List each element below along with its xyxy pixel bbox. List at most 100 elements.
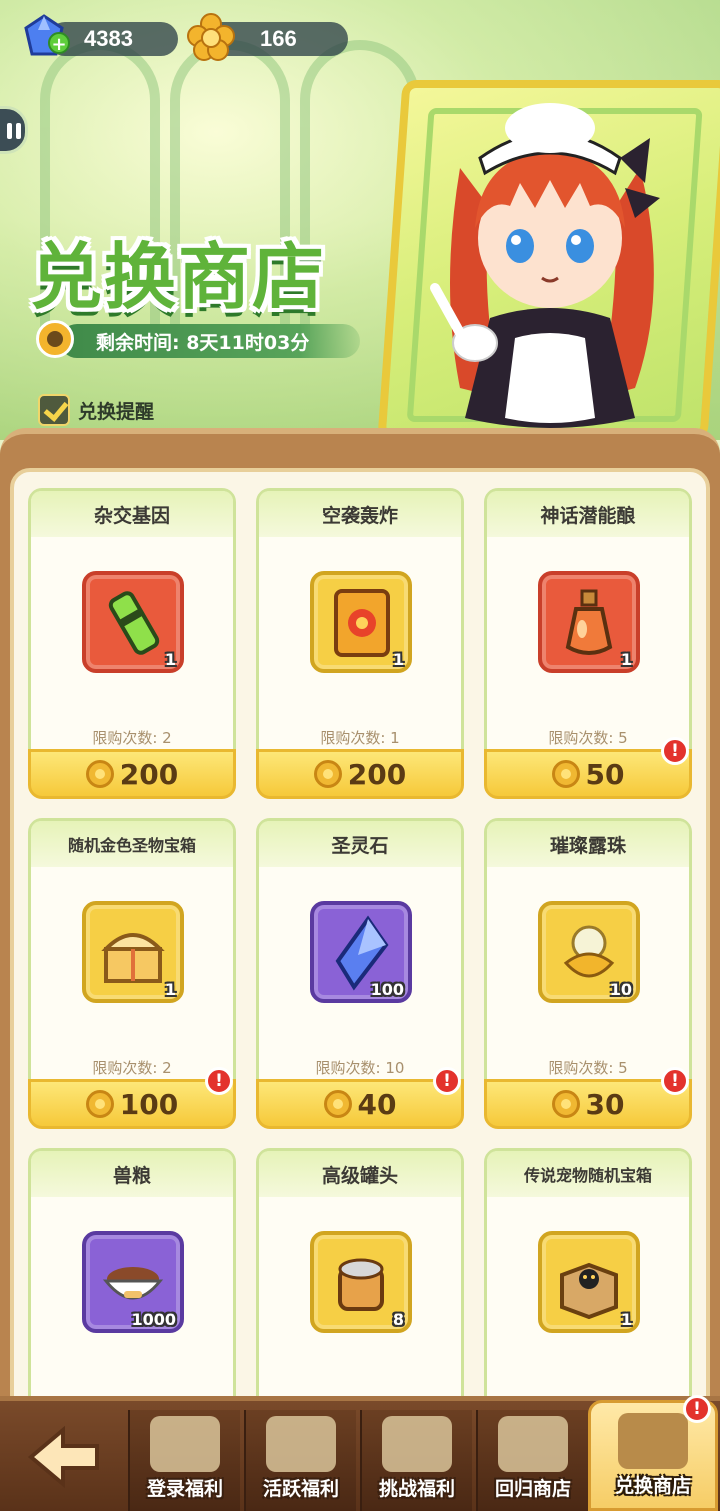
scroll-quill-icon: [150, 1416, 220, 1472]
item-quantity: 1: [620, 650, 632, 669]
buy-button[interactable]: 200: [28, 749, 236, 799]
back-button[interactable]: [0, 1402, 126, 1511]
checkbox-checked-icon[interactable]: [38, 394, 70, 426]
item-icon-frame: 1: [538, 571, 640, 673]
item-quantity: 1000: [131, 1310, 176, 1329]
purchase-limit: 限购次数: 2: [92, 1059, 172, 1077]
purchase-limit: 限购次数: 5: [548, 729, 628, 747]
pet-box-icon: [560, 1262, 618, 1320]
airstrike-card-icon: [334, 589, 390, 657]
item-quantity: 8: [392, 1310, 404, 1329]
envelope-icon: [498, 1416, 568, 1472]
item-name: 高级罐头: [259, 1151, 461, 1197]
item-name: 空袭轰炸: [259, 491, 461, 537]
buy-button[interactable]: 40: [256, 1079, 464, 1129]
tab-label: 活跃福利: [262, 1478, 339, 1500]
item-quantity: 1: [620, 1310, 632, 1329]
price: 50: [585, 757, 625, 791]
time-remaining-text: 剩余时间: 8天11时03分: [96, 331, 310, 354]
alert-badge-icon: !: [205, 1067, 233, 1095]
letter-icon: [382, 1416, 452, 1472]
item-icon-frame: 1: [538, 1231, 640, 1333]
tab-label: 兑换商店: [614, 1475, 691, 1497]
golden-chest-icon: [101, 933, 165, 983]
purchase-limit: 限购次数: 2: [92, 729, 172, 747]
gold-flower-coin-icon: [187, 13, 235, 61]
price: 200: [347, 757, 407, 791]
gold-flower-coin-icon: [85, 1090, 114, 1118]
shop-item-card[interactable]: 璀璨露珠 10 限购次数: 5 30 !: [484, 818, 692, 1129]
gold-flower-coin-icon: [551, 760, 580, 788]
buy-button[interactable]: 30: [484, 1079, 692, 1129]
purchase-limit: 限购次数: 5: [548, 1059, 628, 1077]
gold-flower-coin-icon: [323, 1090, 352, 1118]
gold-flower-coin-icon: [313, 760, 342, 788]
item-name: 传说宠物随机宝箱: [487, 1151, 689, 1197]
tab-return-shop[interactable]: 回归商店: [476, 1410, 588, 1511]
alert-badge-icon: !: [661, 1067, 689, 1095]
price: 30: [585, 1087, 625, 1121]
pause-button[interactable]: [0, 106, 28, 154]
item-name: 随机金色圣物宝箱: [31, 821, 233, 867]
buy-button[interactable]: 50: [484, 749, 692, 799]
stopwatch-icon: [36, 320, 74, 358]
canned-food-icon: [338, 1258, 384, 1311]
gold-count: 166: [260, 26, 297, 51]
item-name: 杂交基因: [31, 491, 233, 537]
tab-exchange-shop[interactable]: 兑换商店 !: [588, 1395, 718, 1511]
item-quantity: 10: [609, 980, 632, 999]
item-icon-frame: 100: [310, 901, 412, 1003]
shop-item-card[interactable]: 随机金色圣物宝箱 1 限购次数: 2 100 !: [28, 818, 236, 1129]
item-icon-frame: 1: [82, 901, 184, 1003]
gem-count: 4383: [84, 26, 133, 51]
item-quantity: 100: [370, 980, 404, 999]
shop-item-card[interactable]: 空袭轰炸 1 限购次数: 1 200: [256, 488, 464, 799]
time-remaining: 剩余时间: 8天11时03分: [60, 324, 360, 358]
buy-button[interactable]: 100: [28, 1079, 236, 1129]
purchase-limit: 限购次数: 1: [320, 729, 400, 747]
tab-label: 登录福利: [146, 1478, 223, 1500]
tab-login-rewards[interactable]: 登录福利: [128, 1410, 240, 1511]
item-quantity: 1: [392, 650, 404, 669]
page-title: 兑换商店: [30, 235, 327, 319]
price: 200: [119, 757, 179, 791]
item-quantity: 1: [164, 980, 176, 999]
item-icon-frame: 1: [310, 571, 412, 673]
exchange-reminder-toggle[interactable]: 兑换提醒: [38, 392, 154, 428]
purchase-limit: 限购次数: 10: [315, 1059, 405, 1077]
buy-button[interactable]: 200: [256, 749, 464, 799]
item-name: 神话潜能酿: [487, 491, 689, 537]
item-name: 璀璨露珠: [487, 821, 689, 867]
shop-item-card[interactable]: 杂交基因 1 限购次数: 2 200: [28, 488, 236, 799]
gold-flower-coin-icon: [85, 760, 114, 788]
price: 100: [119, 1087, 179, 1121]
shop-item-card[interactable]: 神话潜能酿 1 限购次数: 5 50 !: [484, 488, 692, 799]
item-icon-frame: 10: [538, 901, 640, 1003]
gene-capsule-icon: [108, 591, 160, 655]
maid-character-illustration: [430, 103, 660, 428]
tab-challenge-rewards[interactable]: 挑战福利: [360, 1410, 472, 1511]
item-icon-frame: 8: [310, 1231, 412, 1333]
shop-stall-icon: [618, 1413, 688, 1469]
alert-badge-icon: !: [683, 1395, 711, 1423]
item-name: 兽粮: [31, 1151, 233, 1197]
alert-badge-icon: !: [661, 737, 689, 765]
item-quantity: 1: [164, 650, 176, 669]
add-gems-button[interactable]: +: [48, 32, 70, 55]
item-icon-frame: 1000: [82, 1231, 184, 1333]
tab-activity-rewards[interactable]: 活跃福利: [244, 1410, 356, 1511]
gold-flower-coin-icon: [551, 1090, 580, 1118]
item-name: 圣灵石: [259, 821, 461, 867]
hat-icon: [266, 1416, 336, 1472]
banner: 4383 + 166 兑换商店 剩余时间: 8天11时03分 兑换提醒: [0, 0, 720, 440]
back-arrow-icon: [27, 1425, 99, 1488]
price: 40: [357, 1087, 397, 1121]
shop-item-card[interactable]: 圣灵石 100 限购次数: 10 40 !: [256, 818, 464, 1129]
alert-badge-icon: !: [433, 1067, 461, 1095]
shop-item-grid: 杂交基因 1 限购次数: 2 200 空袭轰炸 1 限购次数: 1 200 神话…: [28, 488, 694, 1454]
potion-bottle-icon: [565, 589, 613, 655]
item-icon-frame: 1: [82, 571, 184, 673]
tab-label: 回归商店: [494, 1478, 571, 1500]
tab-label: 挑战福利: [378, 1478, 455, 1500]
reminder-label: 兑换提醒: [78, 400, 155, 423]
